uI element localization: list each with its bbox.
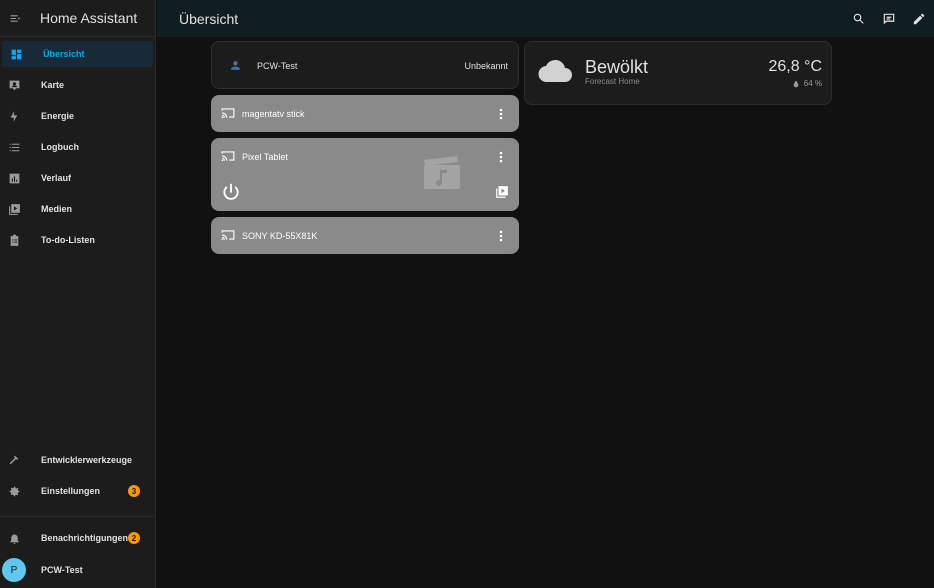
media-player-name: Pixel Tablet bbox=[242, 152, 288, 162]
sidebar-item-label: Verlauf bbox=[41, 173, 72, 183]
sidebar-item-logbuch[interactable]: Logbuch bbox=[0, 134, 156, 160]
movie-music-icon bbox=[424, 156, 460, 189]
power-button[interactable] bbox=[221, 182, 241, 207]
person-entity-card[interactable]: PCW-Test Unbekannt bbox=[211, 41, 519, 89]
sidebar-divider bbox=[0, 516, 156, 517]
media-player-name: magentatv stick bbox=[242, 109, 305, 119]
weather-forecast-card[interactable]: Bewölkt Forecast Home 26,8 °C 64 % bbox=[524, 41, 832, 105]
cast-icon bbox=[221, 151, 235, 162]
edit-button[interactable] bbox=[904, 12, 934, 26]
settings-badge: 3 bbox=[128, 485, 140, 497]
media-player-card[interactable]: Pixel Tablet bbox=[211, 138, 519, 211]
assist-icon bbox=[883, 13, 895, 24]
cast-icon bbox=[221, 108, 235, 119]
sidebar-item-medien[interactable]: Medien bbox=[0, 196, 156, 222]
notifications-badge: 2 bbox=[128, 532, 140, 544]
sidebar-item-karte[interactable]: Karte bbox=[0, 72, 156, 98]
page-title: Übersicht bbox=[179, 10, 239, 27]
bell-icon bbox=[0, 532, 28, 545]
dots-vertical-icon bbox=[499, 108, 503, 120]
sidebar-item-verlauf[interactable]: Verlauf bbox=[0, 165, 156, 191]
chart-box-icon bbox=[0, 172, 28, 185]
sidebar-item-user[interactable]: P PCW-Test bbox=[0, 557, 156, 583]
sidebar-item-label: Benachrichtigungen bbox=[41, 533, 129, 543]
sidebar: Home Assistant Übersicht Karte Energie L… bbox=[0, 0, 156, 588]
humidity-value: 64 % bbox=[803, 79, 822, 88]
sidebar-item-label: Entwicklerwerkzeuge bbox=[41, 455, 133, 465]
sidebar-item-label: Einstellungen bbox=[41, 486, 101, 496]
sidebar-item-label: Logbuch bbox=[41, 142, 79, 152]
sidebar-item-label: Übersicht bbox=[43, 49, 85, 59]
sidebar-item-entwicklerwerkzeuge[interactable]: Entwicklerwerkzeuge bbox=[0, 447, 156, 473]
menu-open-icon bbox=[10, 14, 20, 22]
top-app-bar: Übersicht bbox=[157, 0, 934, 37]
app-title: Home Assistant bbox=[40, 10, 138, 26]
water-percent-icon bbox=[793, 80, 799, 87]
map-account-icon bbox=[0, 79, 28, 92]
sidebar-header: Home Assistant bbox=[0, 0, 155, 37]
clipboard-list-icon bbox=[0, 234, 28, 247]
play-box-multiple-icon bbox=[0, 203, 28, 216]
cast-icon bbox=[221, 230, 235, 241]
media-player-card[interactable]: magentatv stick bbox=[211, 95, 519, 132]
power-icon bbox=[223, 183, 239, 200]
gear-icon bbox=[0, 485, 28, 498]
sidebar-item-label: Energie bbox=[41, 111, 75, 121]
dots-vertical-icon bbox=[499, 230, 503, 242]
sidebar-item-label: PCW-Test bbox=[41, 565, 83, 575]
sidebar-item-einstellungen[interactable]: Einstellungen 3 bbox=[0, 478, 156, 504]
sidebar-item-to-do-listen[interactable]: To-do-Listen bbox=[0, 227, 156, 253]
account-icon bbox=[231, 61, 240, 70]
lightning-bolt-icon bbox=[0, 110, 28, 123]
weather-humidity: 64 % bbox=[792, 79, 822, 88]
person-state: Unbekannt bbox=[464, 61, 508, 71]
more-options-button[interactable] bbox=[495, 150, 507, 164]
sidebar-item-label: To-do-Listen bbox=[41, 235, 95, 245]
format-list-bulleted-icon bbox=[0, 141, 28, 154]
avatar: P bbox=[2, 558, 26, 582]
dashboard-icon bbox=[2, 48, 30, 61]
sidebar-item-uebersicht[interactable]: Übersicht bbox=[2, 41, 153, 67]
weather-location: Forecast Home bbox=[585, 77, 640, 86]
more-options-button[interactable] bbox=[495, 229, 507, 243]
search-button[interactable] bbox=[844, 12, 874, 26]
edit-icon bbox=[913, 13, 925, 24]
sidebar-item-label: Medien bbox=[41, 204, 73, 214]
search-icon bbox=[853, 13, 864, 24]
cloudy-icon bbox=[538, 59, 572, 83]
collapse-sidebar-button[interactable] bbox=[0, 0, 30, 37]
person-name: PCW-Test bbox=[257, 61, 298, 71]
hammer-icon bbox=[0, 454, 28, 467]
browse-media-button[interactable] bbox=[495, 185, 509, 204]
weather-temperature: 26,8 °C bbox=[768, 58, 822, 75]
play-box-multiple-icon bbox=[496, 186, 508, 198]
sidebar-item-label: Karte bbox=[41, 80, 65, 90]
sidebar-item-energie[interactable]: Energie bbox=[0, 103, 156, 129]
sidebar-item-benachrichtigungen[interactable]: Benachrichtigungen 2 bbox=[0, 525, 156, 551]
more-options-button[interactable] bbox=[495, 107, 507, 121]
media-player-card[interactable]: SONY KD-55X81K bbox=[211, 217, 519, 254]
dots-vertical-icon bbox=[499, 151, 503, 163]
weather-condition: Bewölkt bbox=[585, 57, 649, 77]
media-player-name: SONY KD-55X81K bbox=[242, 231, 318, 241]
assist-button[interactable] bbox=[874, 12, 904, 26]
